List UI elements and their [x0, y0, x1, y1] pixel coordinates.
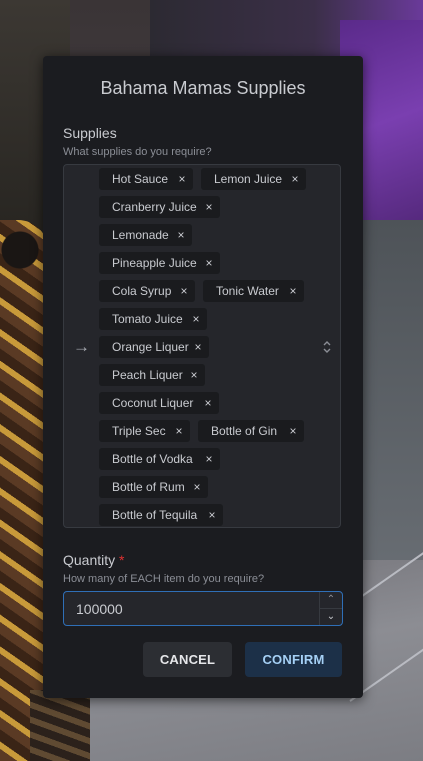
required-marker: * — [119, 552, 125, 568]
decrement-chevron-down-icon[interactable]: ⌄ — [320, 609, 342, 625]
selected-pill: Orange Liquer × — [99, 336, 209, 358]
selected-pill: Lemon Juice × — [201, 168, 306, 190]
remove-pill-icon[interactable]: × — [204, 448, 214, 470]
pill-label: Cranberry Juice — [112, 200, 197, 214]
selected-pill: Bottle of Tequila × — [99, 504, 223, 526]
pill-label: Bottle of Gin — [211, 424, 278, 438]
remove-pill-icon[interactable]: × — [192, 476, 202, 498]
quantity-label-text: Quantity — [63, 552, 116, 568]
remove-pill-icon[interactable]: × — [177, 168, 187, 190]
quantity-description: How many of EACH item do you require? — [63, 573, 265, 585]
increment-chevron-up-icon[interactable]: ⌃ — [320, 592, 342, 609]
remove-pill-icon[interactable]: × — [204, 196, 214, 218]
selected-pill: Peach Liquer × — [99, 364, 205, 386]
cancel-button[interactable]: CANCEL — [143, 642, 232, 677]
dialog-title: Bahama Mamas Supplies — [100, 78, 306, 98]
selected-pill: Coconut Liquer × — [99, 392, 219, 414]
selected-pill: Cola Syrup × — [99, 280, 195, 302]
remove-pill-icon[interactable]: × — [203, 392, 213, 414]
supplies-label: Supplies — [63, 125, 117, 141]
pill-label: Lemonade — [112, 228, 169, 242]
quantity-input[interactable]: 100000 ⌃ ⌄ — [63, 591, 343, 626]
pill-label: Tonic Water — [216, 284, 279, 298]
pill-label: Tomato Juice — [112, 312, 183, 326]
remove-pill-icon[interactable]: × — [179, 280, 189, 302]
remove-pill-icon[interactable]: × — [191, 308, 201, 330]
remove-pill-icon[interactable]: × — [288, 420, 298, 442]
supplies-dialog: Bahama Mamas Supplies Supplies What supp… — [43, 56, 363, 698]
arrow-right-icon: → — [73, 337, 90, 356]
pill-label: Cola Syrup — [112, 284, 172, 298]
pill-label: Bottle of Vodka — [112, 452, 193, 466]
selected-pill: Bottle of Rum × — [99, 476, 208, 498]
quantity-stepper[interactable]: ⌃ ⌄ — [319, 592, 342, 625]
pill-label: Orange Liquer — [112, 340, 189, 354]
selected-pill: Bottle of Gin × — [198, 420, 304, 442]
supplies-multiselect[interactable]: → Hot Sauce × Lemon Juice × Cranberry Ju… — [63, 164, 341, 528]
selector-chevron-icon[interactable] — [322, 339, 332, 355]
selected-pill: Tomato Juice × — [99, 308, 207, 330]
remove-pill-icon[interactable]: × — [189, 364, 199, 386]
remove-pill-icon[interactable]: × — [204, 252, 214, 274]
selected-pill: Bottle of Vodka × — [99, 448, 220, 470]
selected-pill: Pineapple Juice × — [99, 252, 220, 274]
pill-label: Peach Liquer — [112, 368, 183, 382]
supplies-description: What supplies do you require? — [63, 146, 212, 158]
pill-label: Triple Sec — [112, 424, 166, 438]
pill-label: Bottle of Tequila — [112, 508, 198, 522]
pill-label: Bottle of Rum — [112, 480, 185, 494]
remove-pill-icon[interactable]: × — [207, 504, 217, 526]
selected-pill: Cranberry Juice × — [99, 196, 220, 218]
selected-pill: Lemonade × — [99, 224, 192, 246]
pill-label: Hot Sauce — [112, 172, 169, 186]
remove-pill-icon[interactable]: × — [288, 280, 298, 302]
remove-pill-icon[interactable]: × — [176, 224, 186, 246]
pill-label: Coconut Liquer — [112, 396, 194, 410]
confirm-button[interactable]: CONFIRM — [245, 642, 342, 677]
selected-pill: Hot Sauce × — [99, 168, 193, 190]
selected-pill: Tonic Water × — [203, 280, 304, 302]
selected-pill: Triple Sec × — [99, 420, 190, 442]
remove-pill-icon[interactable]: × — [174, 420, 184, 442]
quantity-label: Quantity * — [63, 552, 124, 568]
remove-pill-icon[interactable]: × — [193, 336, 203, 358]
pill-label: Lemon Juice — [214, 172, 283, 186]
quantity-value[interactable]: 100000 — [76, 601, 123, 617]
remove-pill-icon[interactable]: × — [290, 168, 300, 190]
pill-label: Pineapple Juice — [112, 256, 197, 270]
